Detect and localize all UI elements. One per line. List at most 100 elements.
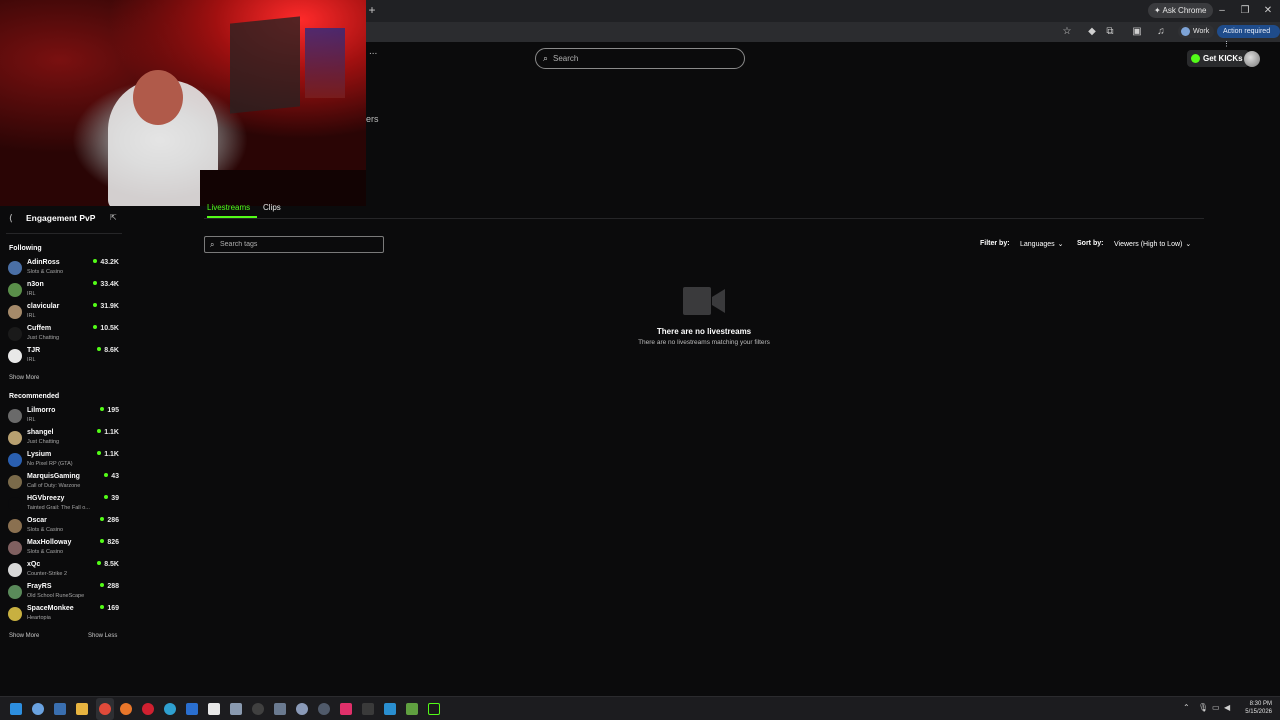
channel-row[interactable]: SpaceMonkee Heartopia 169 — [8, 604, 120, 624]
channel-avatar — [8, 431, 22, 445]
channel-name: MarquisGaming — [27, 473, 80, 480]
calendar-icon[interactable] — [208, 703, 220, 715]
volume-icon[interactable]: ◀ — [1224, 703, 1230, 712]
settings-gear-icon[interactable] — [274, 703, 286, 715]
kebab-menu-icon: ⋮ — [1223, 41, 1230, 48]
ask-chrome-label: Ask Chrome — [1162, 6, 1207, 15]
poster-image — [305, 28, 345, 98]
viewer-count: 169 — [100, 605, 119, 612]
show-more-recommended-link[interactable]: Show More — [9, 633, 39, 639]
ask-chrome-button[interactable]: ✦ Ask Chrome — [1148, 3, 1213, 18]
notepad-icon[interactable] — [186, 703, 198, 715]
tag-search-input[interactable] — [220, 239, 380, 250]
language-filter-dropdown[interactable]: Languages ⌄ — [1016, 238, 1068, 251]
tab-livestreams[interactable]: Livestreams — [207, 203, 250, 212]
channel-category: Slots & Casino — [27, 549, 64, 555]
channel-category: Just Chatting — [27, 335, 60, 341]
channel-row[interactable]: Lilmorro IRL 195 — [8, 406, 120, 426]
firefox-icon[interactable] — [120, 703, 132, 715]
channel-category: Slots & Casino — [27, 269, 64, 275]
channel-category: Heartopia — [27, 615, 51, 621]
channel-name: Lilmorro — [27, 407, 56, 414]
viewer-count: 8.6K — [97, 347, 119, 354]
new-tab-button[interactable]: + — [365, 3, 379, 17]
viewer-count: 43.2K — [93, 259, 119, 266]
network-icon[interactable]: ▭ — [1212, 703, 1220, 712]
media-controls-icon[interactable]: ♫ — [1155, 26, 1167, 38]
clock-time: 8:30 PM — [1249, 701, 1272, 707]
site-search[interactable]: ⌕ — [535, 48, 745, 69]
github-icon[interactable] — [318, 703, 330, 715]
channel-name: SpaceMonkee — [27, 605, 74, 612]
channel-name: AdinRoss — [27, 259, 60, 266]
edge-icon[interactable] — [164, 703, 176, 715]
address-bar-fragment[interactable]: ... — [369, 46, 377, 57]
get-kicks-button[interactable]: Get KICKs — [1187, 50, 1249, 67]
channel-row[interactable]: FrayRS Old School RuneScape 288 — [8, 582, 120, 602]
show-less-link[interactable]: Show Less — [88, 633, 117, 639]
tag-search[interactable]: ⌕ — [204, 236, 384, 253]
profile-work-button[interactable]: Work — [1178, 25, 1215, 38]
restore-icon[interactable]: ❐ — [1238, 3, 1252, 18]
channel-row[interactable]: MaxHolloway Slots & Casino 826 — [8, 538, 120, 558]
tiktok-icon[interactable] — [340, 703, 352, 715]
divider — [6, 233, 122, 234]
microphone-icon[interactable]: 🎙 — [1198, 703, 1208, 712]
minecraft-icon[interactable] — [406, 703, 418, 715]
taskbar-clock[interactable]: 8:30 PM 5/15/2026 — [1238, 700, 1272, 716]
document-icon[interactable] — [230, 703, 242, 715]
channel-category: Tainted Grail: The Fall o... — [27, 505, 90, 511]
store-icon[interactable] — [384, 703, 396, 715]
tray-overflow-chevron-icon[interactable]: ⌃ — [1183, 703, 1190, 712]
channel-row[interactable]: AdinRoss Slots & Casino 43.2K — [8, 258, 120, 278]
action-required-button[interactable]: Action required ⋮ — [1217, 25, 1280, 48]
speedometer-icon[interactable] — [252, 703, 264, 715]
channel-row[interactable]: clavicular IRL 31.9K — [8, 302, 120, 322]
filter-by-label: Filter by: — [980, 240, 1010, 247]
extension-diamond-icon[interactable]: ◆ — [1086, 26, 1098, 38]
task-view-icon[interactable] — [54, 703, 66, 715]
channel-row[interactable]: MarquisGaming Call of Duty: Warzone 43 — [8, 472, 120, 492]
channel-avatar — [8, 283, 22, 297]
obs-icon[interactable] — [362, 703, 374, 715]
channel-avatar — [8, 349, 22, 363]
sort-value: Viewers (High to Low) — [1114, 241, 1183, 248]
user-avatar[interactable] — [1244, 51, 1260, 67]
chrome-icon[interactable] — [99, 703, 111, 715]
copilot-icon[interactable] — [32, 703, 44, 715]
channel-avatar — [8, 607, 22, 621]
channel-category: No Pixel RP (GTA) — [27, 461, 73, 467]
collapse-sidebar-icon[interactable]: ⟨ — [9, 213, 13, 224]
terminal-icon[interactable] — [428, 703, 440, 715]
tab-clips[interactable]: Clips — [263, 203, 281, 212]
channel-row[interactable]: Cuffem Just Chatting 10.5K — [8, 324, 120, 344]
file-explorer-icon[interactable] — [76, 703, 88, 715]
start-icon[interactable] — [10, 703, 22, 715]
channel-row[interactable]: TJR IRL 8.6K — [8, 346, 120, 366]
minimize-icon[interactable]: – — [1215, 3, 1229, 18]
channel-avatar — [8, 327, 22, 341]
channel-category: Old School RuneScape — [27, 593, 85, 599]
channel-row[interactable]: Oscar Slots & Casino 286 — [8, 516, 120, 536]
app-icon[interactable] — [296, 703, 308, 715]
channel-name: xQc — [27, 561, 41, 568]
close-icon[interactable]: ✕ — [1261, 3, 1275, 18]
opera-icon[interactable] — [142, 703, 154, 715]
channel-name: TJR — [27, 347, 41, 354]
bookmark-star-icon[interactable]: ☆ — [1061, 26, 1073, 38]
channel-row[interactable]: shangel Just Chatting 1.1K — [8, 428, 120, 448]
show-more-following-link[interactable]: Show More — [9, 375, 39, 381]
channel-row[interactable]: Lysium No Pixel RP (GTA) 1.1K — [8, 450, 120, 470]
channel-row[interactable]: HGVbreezy Tainted Grail: The Fall o... 39 — [8, 494, 120, 514]
search-input[interactable] — [553, 52, 733, 65]
channel-name: clavicular — [27, 303, 60, 310]
sort-dropdown[interactable]: Viewers (High to Low) ⌄ — [1110, 238, 1195, 251]
channel-row[interactable]: xQc Counter-Strike 2 8.5K — [8, 560, 120, 580]
popout-icon[interactable]: ⇱ — [110, 213, 117, 222]
channel-category: IRL — [27, 417, 36, 423]
extensions-puzzle-icon[interactable]: ⧉ — [1104, 26, 1116, 38]
get-kicks-label: Get KICKs — [1203, 54, 1243, 63]
channel-row[interactable]: n3on IRL 33.4K — [8, 280, 120, 300]
split-view-icon[interactable]: ▣ — [1131, 26, 1143, 38]
channel-name: FrayRS — [27, 583, 52, 590]
